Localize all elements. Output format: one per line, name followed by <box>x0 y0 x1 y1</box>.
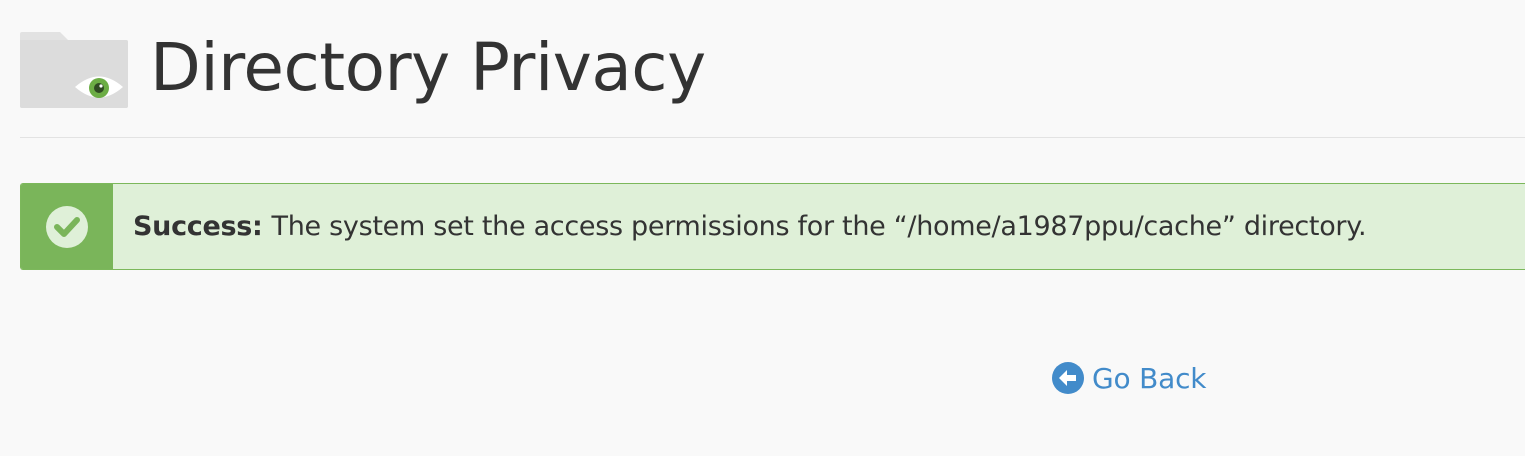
header-divider <box>20 137 1525 138</box>
alert-icon-box <box>21 184 113 269</box>
page-title: Directory Privacy <box>150 29 706 106</box>
alert-message: The system set the access permissions fo… <box>271 211 1367 242</box>
go-back-label: Go Back <box>1092 361 1207 395</box>
success-alert: Success: The system set the access permi… <box>20 183 1525 270</box>
check-circle-icon <box>46 205 88 248</box>
page-header: Directory Privacy <box>20 18 706 118</box>
folder-eye-icon <box>20 32 128 108</box>
go-back-link[interactable]: Go Back <box>1052 360 1207 396</box>
page: Directory Privacy Success: The system se… <box>0 0 1525 456</box>
alert-label: Success: <box>133 211 263 242</box>
alert-text: Success: The system set the access permi… <box>113 184 1367 269</box>
arrow-circle-left-icon <box>1052 362 1084 394</box>
